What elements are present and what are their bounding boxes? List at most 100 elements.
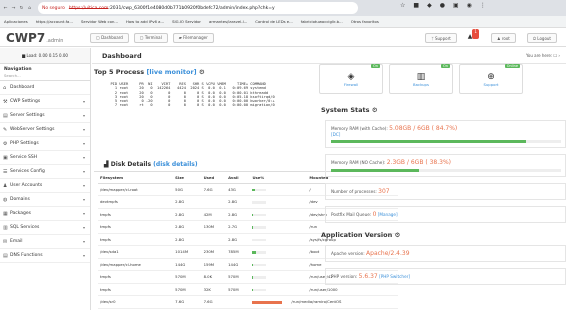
extension-icon[interactable]: ◉ <box>467 2 472 9</box>
status-badge: On <box>371 64 380 68</box>
bookmark[interactable]: How to add IPv6 a... <box>126 19 164 24</box>
bookmark[interactable]: armantes/laravel-l... <box>209 19 247 24</box>
reload-icon[interactable]: ↻ <box>19 6 24 11</box>
cell-fs: tmpfs <box>98 283 174 296</box>
quick-backups[interactable]: On ▥ Backups <box>389 64 453 94</box>
sidebar-item-cwp-settings[interactable]: ⚒ CWP Settings ▾ <box>0 95 90 109</box>
bookmark[interactable]: fabriciotuwocciglir-b... <box>301 19 343 24</box>
sidebar-item-services-config[interactable]: ☰ Services Config ▾ <box>0 165 90 179</box>
app-header: CWP7.admin ▢ Dashboard ▢ Terminal ▰ File… <box>0 29 566 47</box>
manage-mail-link[interactable]: [Manage] <box>378 212 398 217</box>
sidebar-item-server-settings[interactable]: ▤ Server Settings ▾ <box>0 109 90 123</box>
bookmark[interactable]: https://account.fa... <box>36 19 73 24</box>
bookmark[interactable]: SIG.IO Servidor <box>172 19 201 24</box>
column-header: Used <box>201 172 227 184</box>
usage-bar <box>252 238 267 241</box>
address-bar[interactable]: No seguro https://uitica.com :2031/cwp_6… <box>38 2 358 14</box>
bookmark[interactable]: Control de LEDs e... <box>255 19 292 24</box>
sidebar-item-dashboard[interactable]: ⌂ Dashboard <box>0 81 90 95</box>
chevron-down-icon: ▾ <box>82 127 85 132</box>
cell-used: 32K <box>201 283 227 296</box>
right-column: On ◈ Firewall On ▥ Backups Online ⊕ Support Syst… <box>316 64 566 285</box>
sidebar-item-webserver-settings[interactable]: ✎ WebServer Settings ▾ <box>0 123 90 137</box>
database-icon: ▥ <box>3 224 8 231</box>
extension-icon[interactable]: ■ <box>413 2 419 9</box>
cell-avail: 144G <box>226 258 251 271</box>
user-menu[interactable]: ♟ root <box>490 33 516 43</box>
ram-nocache-progress <box>331 169 561 172</box>
dns-icon: ▤ <box>3 252 8 259</box>
notification-badge: 1 <box>472 29 479 39</box>
cell-used <box>201 195 227 209</box>
filemanager-button[interactable]: ▰ Filemanager <box>172 32 214 43</box>
status-badge: Online <box>504 64 520 68</box>
breadcrumb: You are here: ☐ › <box>525 53 560 58</box>
chevron-down-icon: ▾ <box>82 155 85 160</box>
usage-bar <box>252 213 267 216</box>
sidebar-item-php-settings[interactable]: ⚙ PHP Settings ▾ <box>0 137 90 151</box>
sidebar-item-sql-services[interactable]: ▥ SQL Services ▾ <box>0 221 90 235</box>
page-title: Dashboard <box>102 51 142 60</box>
disk-details-link[interactable]: (disk details) <box>153 161 197 168</box>
apache-version-value: Apache/2.4.39 <box>366 250 410 257</box>
cell-fs: /dev/sr0 <box>98 295 174 309</box>
nav-search-input[interactable]: Search... <box>0 72 90 81</box>
security-warning[interactable]: No seguro <box>42 6 65 11</box>
chevron-down-icon: ▾ <box>82 211 85 216</box>
dc-link[interactable]: [DC] <box>331 132 340 137</box>
apache-version-row: Apache version: Apache/2.4.39 <box>325 245 566 262</box>
quick-firewall[interactable]: On ◈ Firewall <box>319 64 383 94</box>
usage-bar <box>252 301 283 304</box>
bookmark-folder[interactable]: Otros favoritos <box>351 19 379 24</box>
usage-bar <box>252 263 267 266</box>
sidebar: ▆ Load: 0.00 0.15 0.00 Navigation Search… <box>0 48 91 310</box>
logout-button[interactable]: ⏻ Logout <box>526 33 557 43</box>
back-icon[interactable]: ← <box>3 6 8 11</box>
sidebar-item-service-ssh[interactable]: ▣ Service SSH ▾ <box>0 151 90 165</box>
bookmark[interactable]: Servidor Web con... <box>81 19 118 24</box>
processes-value: 307 <box>378 188 390 195</box>
menu-icon[interactable]: ⋮ <box>480 2 486 9</box>
quick-support[interactable]: Online ⊕ Support <box>459 64 523 94</box>
chevron-down-icon: ▾ <box>82 253 85 258</box>
usage-bar <box>252 288 267 291</box>
quick-label: Backups <box>413 81 429 87</box>
sidebar-item-packages[interactable]: ▦ Packages ▾ <box>0 207 90 221</box>
live-monitor-link[interactable]: [live monitor] <box>146 68 196 76</box>
sidebar-item-domains[interactable]: ◍ Domains ▾ <box>0 193 90 207</box>
home-icon[interactable]: ⌂ <box>27 6 32 11</box>
cell-avail <box>226 295 251 309</box>
extension-icon[interactable]: ◆ <box>427 2 432 9</box>
ram-nocache-value: 2.3GB / 6GB ( 38.3%) <box>386 159 452 166</box>
load-indicator[interactable]: ▆ Load: 0.00 0.15 0.00 <box>0 48 90 64</box>
gear-icon[interactable]: ⚙ <box>372 106 378 114</box>
gear-icon[interactable]: ⚙ <box>394 231 400 239</box>
cell-size: 570M <box>173 283 202 296</box>
dashboard-button[interactable]: ▢ Dashboard <box>90 32 129 43</box>
main-content: Dashboard You are here: ☐ › Top 5 Proces… <box>92 48 566 310</box>
gear-icon[interactable]: ⚙ <box>199 68 205 76</box>
php-switcher-link[interactable]: [PHP Switcher] <box>379 274 410 279</box>
nav-heading: Navigation <box>4 67 32 72</box>
support-button[interactable]: ᛉ Support <box>425 33 457 43</box>
pencil-icon: ✎ <box>3 126 8 133</box>
quick-label: Firewall <box>343 81 359 87</box>
cell-usage <box>250 208 308 221</box>
sidebar-item-email[interactable]: ✉ Email ▾ <box>0 235 90 249</box>
cell-usage <box>250 270 308 284</box>
globe-icon: ◍ <box>3 196 8 203</box>
extension-icon[interactable]: ● <box>440 2 445 9</box>
extension-icon[interactable]: ▣ <box>453 2 459 9</box>
terminal-button[interactable]: ▢ Terminal <box>133 32 168 43</box>
sidebar-item-dns-functions[interactable]: ▤ DNS Functions ▾ <box>0 249 90 263</box>
cell-used: 8.0K <box>201 270 227 284</box>
cell-usage <box>250 195 308 209</box>
sidebar-item-user-accounts[interactable]: ♟ User Accounts ▾ <box>0 179 90 193</box>
usage-bar <box>252 251 267 254</box>
breadcrumb-home-icon[interactable]: ☐ <box>554 53 558 58</box>
cell-used: 7.6G <box>201 295 227 309</box>
bookmark[interactable]: Aplicaciones <box>4 19 28 24</box>
logo[interactable]: CWP7.admin <box>0 31 90 45</box>
star-icon[interactable]: ☆ <box>400 2 405 9</box>
forward-icon[interactable]: → <box>11 6 16 11</box>
